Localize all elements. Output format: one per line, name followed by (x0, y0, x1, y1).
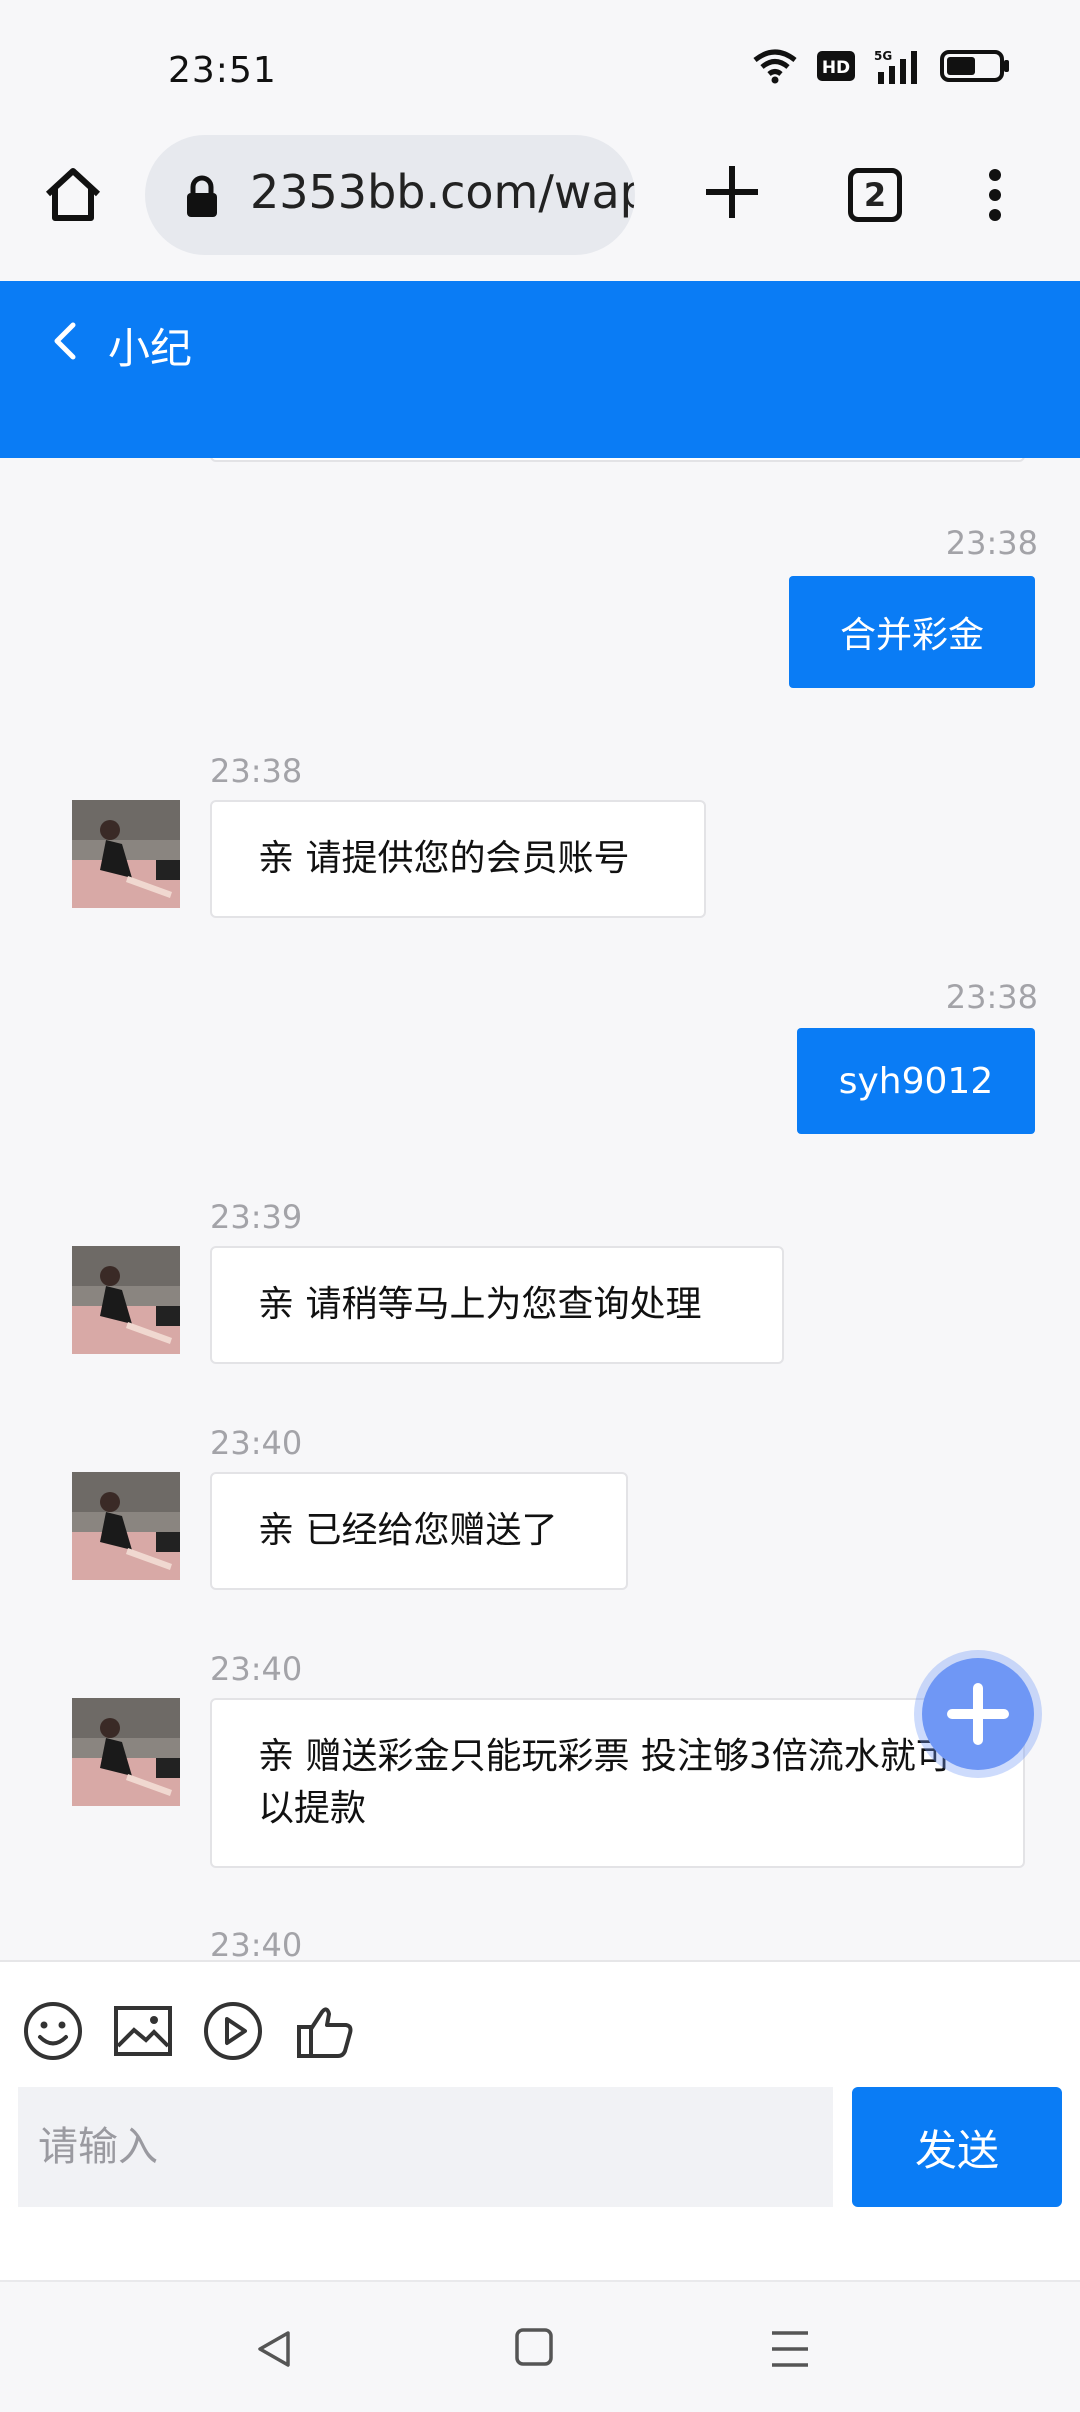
address-bar[interactable]: 2353bb.com/wap (145, 135, 635, 255)
url-text[interactable]: 2353bb.com/wap (250, 165, 635, 219)
avatar-image (72, 800, 180, 908)
emoji-icon (24, 2002, 82, 2060)
agent-avatar[interactable] (72, 1246, 180, 1354)
chat-title: 小纪 (108, 324, 193, 373)
back-icon[interactable] (45, 311, 85, 371)
hd-icon: HD (817, 51, 855, 81)
incoming-message[interactable]: 亲 请提供您的会员账号 (210, 800, 706, 918)
clock: 23:51 (168, 50, 277, 91)
avatar-image (72, 1246, 180, 1354)
nav-back-icon[interactable] (252, 2327, 296, 2371)
send-button[interactable]: 发送 (852, 2087, 1062, 2207)
video-button[interactable] (202, 2000, 264, 2062)
svg-text:HD: HD (822, 58, 850, 78)
message-timestamp: 23:40 (210, 1424, 303, 1462)
nav-home-icon[interactable] (514, 2327, 554, 2367)
message-timestamp: 23:38 (945, 524, 1038, 562)
incoming-message[interactable]: 亲 已经给您赠送了 (210, 1472, 628, 1590)
outgoing-message[interactable]: 合并彩金 (789, 576, 1035, 688)
image-button[interactable] (112, 2000, 174, 2062)
message-timestamp: 23:38 (210, 752, 303, 790)
wifi-icon (753, 49, 797, 84)
avatar-image (72, 1698, 180, 1806)
thumbs-up-icon (297, 2007, 353, 2058)
message-timestamp: 23:39 (210, 1198, 303, 1236)
previous-message (210, 458, 1025, 462)
chat-header: 小纪 (0, 281, 1080, 458)
nav-menu-icon[interactable] (770, 2327, 810, 2371)
floating-add-button[interactable] (922, 1658, 1034, 1770)
image-icon (114, 2006, 172, 2056)
agent-avatar[interactable] (72, 800, 180, 908)
message-input[interactable] (18, 2087, 833, 2207)
new-tab-button[interactable] (700, 160, 764, 224)
like-button[interactable] (294, 2000, 356, 2062)
message-timestamp: 23:40 (210, 1650, 303, 1688)
home-button[interactable] (40, 162, 106, 228)
home-icon (45, 168, 101, 221)
incoming-message[interactable]: 亲 请稍等马上为您查询处理 (210, 1246, 784, 1364)
message-timestamp: 23:40 (210, 1926, 303, 1960)
emoji-button[interactable] (22, 2000, 84, 2062)
status-bar: 23:51 HD 5G (0, 0, 1080, 130)
message-timestamp: 23:38 (945, 978, 1038, 1016)
lock-icon (187, 175, 217, 217)
agent-avatar[interactable] (72, 1698, 180, 1806)
browser-toolbar: 2353bb.com/wap 2 (0, 130, 1080, 280)
plus-icon (706, 166, 758, 218)
message-list[interactable]: 23:38 合并彩金 23:38 亲 请提供您的会员账号 23:38 syh90… (0, 458, 1080, 1960)
tabs-button[interactable]: 2 (848, 168, 902, 222)
system-nav-bar (0, 2280, 1080, 2412)
agent-avatar[interactable] (72, 1472, 180, 1580)
svg-text:5G: 5G (874, 49, 892, 63)
more-menu-button[interactable] (975, 165, 1015, 225)
composer: 发送 (0, 1960, 1080, 2280)
video-icon (204, 2002, 262, 2060)
outgoing-message[interactable]: syh9012 (797, 1028, 1035, 1134)
status-icons: HD 5G (752, 48, 1010, 84)
plus-icon (947, 1683, 1009, 1745)
avatar-image (72, 1472, 180, 1580)
battery-icon (940, 50, 1009, 82)
more-icon (989, 169, 1001, 221)
incoming-message[interactable]: 亲 赠送彩金只能玩彩票 投注够3倍流水就可以提款 (210, 1698, 1025, 1868)
signal-icon: 5G (874, 49, 917, 84)
